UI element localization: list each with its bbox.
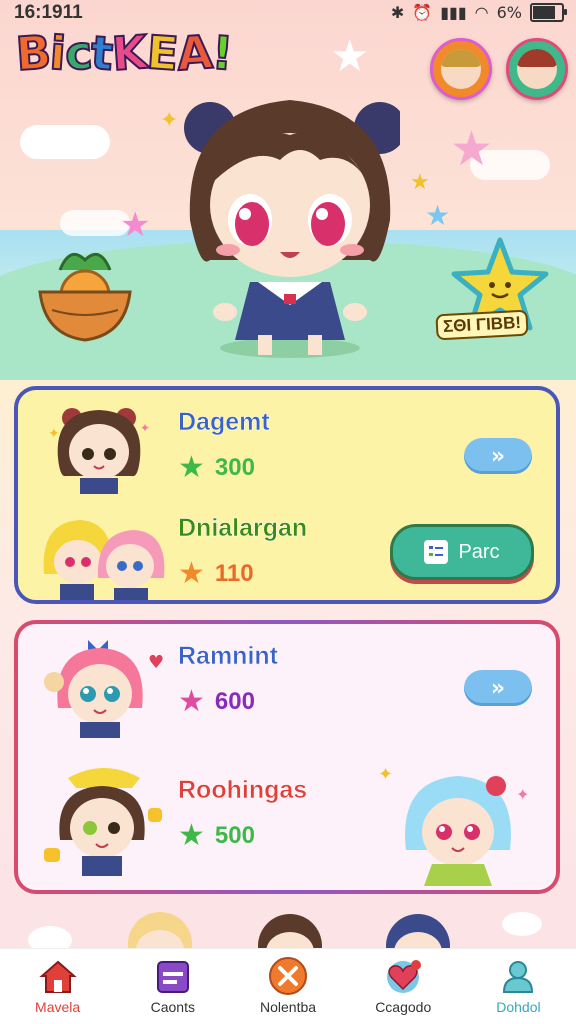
logo-letter: ! <box>209 24 235 81</box>
character-thumbnail: ♥ <box>44 640 164 738</box>
person-icon <box>498 957 538 995</box>
score-value: 500 <box>214 821 255 849</box>
character-thumbnail: ✦✦ <box>378 764 529 886</box>
svg-text:✦: ✦ <box>140 421 150 435</box>
tab-nolentba[interactable]: Nolentba <box>230 949 345 1024</box>
logo-letter: c <box>62 24 94 82</box>
bottom-tab-bar: Mavela Caonts Nolentba Ccagodo Dohdol <box>0 948 576 1024</box>
character-name: Ramnint <box>178 642 279 671</box>
list-icon <box>424 540 449 564</box>
svg-text:✦: ✦ <box>516 785 529 804</box>
character-thumbnail <box>44 768 162 876</box>
tab-mavela[interactable]: Mavela <box>0 949 115 1024</box>
forward-arrow-icon: » <box>490 675 506 701</box>
star-decoration: ★ <box>450 121 494 177</box>
star-decoration: ★ <box>330 31 370 82</box>
character-card-blue: ✦ ✦ Dagemt ★ 300 » Dnialargan ★ 110 Parc <box>14 386 560 604</box>
bluetooth-icon: ✱ <box>390 3 405 22</box>
tab-label: Ccagodo <box>375 999 432 1015</box>
tab-dohdol[interactable]: Dohdol <box>461 949 576 1024</box>
star-decoration: ★ <box>410 170 430 195</box>
character-card-red: ♥ Ramnint ★ 600 » Roohingas ★ 500 ✦ ✦ <box>14 620 560 894</box>
svg-text:♥: ♥ <box>148 652 164 673</box>
tab-label: Nolentba <box>259 999 317 1015</box>
star-icon: ★ <box>178 684 205 719</box>
heart-icon <box>383 957 423 995</box>
score-value: 300 <box>214 453 255 481</box>
app-logo: BictKEA! <box>13 24 235 82</box>
reward-badge: ΣΘΙ ΓΙΒΒ! <box>435 309 529 341</box>
status-icons: ✱ ⏰ ▮▮▮ ◠ 6% <box>390 3 567 22</box>
character-strip <box>0 900 576 952</box>
status-bar: 16:1911 ✱ ⏰ ▮▮▮ ◠ 6% <box>0 0 576 28</box>
logo-letter: A <box>174 24 214 82</box>
list-item[interactable]: ✦ ✦ Dagemt ★ 300 » <box>18 390 556 500</box>
character-name: Dnialargan <box>178 514 308 543</box>
character-name: Roohingas <box>178 776 308 805</box>
calendar-icon <box>153 957 193 995</box>
svg-text:✦: ✦ <box>378 764 393 785</box>
fruit-bowl-illustration <box>38 252 132 342</box>
logo-letter: K <box>109 24 149 82</box>
tab-label: Mavela <box>35 999 81 1015</box>
star-decoration: ★ <box>120 205 151 245</box>
star-icon: ★ <box>178 556 205 591</box>
status-time: 16:1911 <box>14 2 83 23</box>
score-group: ★ 110 <box>178 556 254 591</box>
hero-character <box>184 100 400 358</box>
friend-avatar-button[interactable] <box>506 38 568 100</box>
star-icon: ★ <box>178 818 205 853</box>
star-icon: ★ <box>178 450 205 485</box>
character-name: Dagemt <box>178 408 270 437</box>
hero-banner: ★ ★ ★ ★ ★ ✦ ΣΘΙ ΓΙΒΒ! <box>0 35 576 380</box>
tab-caonts[interactable]: Caonts <box>115 949 230 1024</box>
logo-letter: B <box>13 24 53 82</box>
profile-avatar-button[interactable] <box>430 38 492 100</box>
score-value: 600 <box>214 687 255 715</box>
sparkle-decoration: ✦ <box>160 108 179 133</box>
cloud-decoration <box>20 125 110 159</box>
go-arrow-button[interactable]: » <box>464 438 532 474</box>
home-icon <box>38 957 78 995</box>
list-item[interactable]: Roohingas ★ 500 ✦ ✦ <box>18 750 556 890</box>
go-arrow-button[interactable]: » <box>464 670 532 706</box>
app-screen: 16:1911 ✱ ⏰ ▮▮▮ ◠ 6% ★ ★ ★ ★ ★ ✦ ΣΘΙ ΓΙΒ… <box>0 0 576 1024</box>
tab-ccagodo[interactable]: Ccagodo <box>346 949 461 1024</box>
parc-button[interactable]: Parc <box>390 524 534 580</box>
battery-percent: 6% <box>496 3 522 22</box>
logo-letter: E <box>144 24 180 82</box>
character-thumbnail: ✦✦ <box>48 408 150 494</box>
forward-arrow-icon: » <box>490 443 506 469</box>
character-thumbnail <box>43 520 165 600</box>
score-group: ★ 600 <box>178 684 255 719</box>
score-group: ★ 300 <box>178 450 255 485</box>
signal-icon: ▮▮▮ <box>440 3 467 22</box>
wifi-icon: ◠ <box>474 3 489 22</box>
score-value: 110 <box>214 559 254 587</box>
svg-text:✦: ✦ <box>48 426 60 442</box>
close-icon <box>268 957 308 995</box>
list-item[interactable]: Dnialargan ★ 110 Parc <box>18 496 556 606</box>
star-decoration: ★ <box>425 199 451 232</box>
score-group: ★ 500 <box>178 818 255 853</box>
tab-label: Caonts <box>150 999 195 1015</box>
battery-icon <box>530 3 567 22</box>
tab-label: Dohdol <box>496 999 541 1015</box>
alarm-icon: ⏰ <box>412 3 433 22</box>
parc-button-label: Parc <box>458 540 500 563</box>
list-item[interactable]: ♥ Ramnint ★ 600 » <box>18 624 556 738</box>
